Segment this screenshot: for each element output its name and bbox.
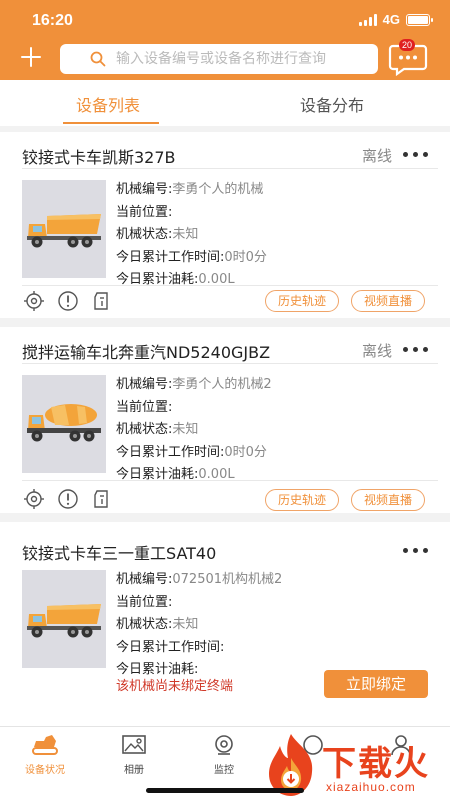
device-status: 离线 [361, 147, 392, 165]
search-bar[interactable] [60, 44, 378, 74]
device-info: 机械编号:李勇个人的机械 当前位置: 机械状态:未知 今日累计工作时间:0时0分… [116, 179, 267, 292]
nav-album[interactable]: 相册 [99, 733, 169, 776]
info-row: 机械状态:未知 [116, 224, 267, 247]
device-card[interactable]: 铰接式卡车三一重工SAT40 机械编号:072501机构机械2 当前位置: 机械… [0, 522, 450, 726]
info-row: 当前位置: [116, 397, 272, 420]
battery-icon [406, 13, 433, 26]
device-image [22, 180, 106, 278]
device-status: 离线 [361, 342, 392, 360]
field-value: 李勇个人的机械 [172, 182, 264, 197]
watermark-url: xiazaihuo.com [326, 780, 416, 794]
device-image [22, 375, 106, 473]
tab-bar: 设备列表 设备分布 [0, 80, 450, 126]
field-key: 机械状态: [116, 422, 173, 437]
field-key: 机械编号: [116, 377, 173, 392]
field-key: 今日累计工作时间: [116, 444, 225, 460]
tab-device-list[interactable]: 设备列表 [76, 92, 140, 116]
search-input[interactable] [116, 51, 366, 67]
field-value: 未知 [172, 617, 199, 632]
info-row: 当前位置: [116, 592, 282, 615]
info-row: 今日累计工作时间:0时0分 [116, 247, 267, 270]
fuel-icon[interactable] [90, 487, 114, 511]
unbound-warning: 该机械尚未绑定终端 [116, 679, 234, 694]
field-key: 当前位置: [116, 204, 173, 220]
status-time: 16:20 [32, 12, 73, 29]
device-info: 机械编号:李勇个人的机械2 当前位置: 机械状态:未知 今日累计工作时间:0时0… [116, 374, 272, 487]
device-title: 铰接式卡车三一重工SAT40 [22, 544, 217, 563]
network-label: 4G [382, 12, 400, 27]
field-value: 0时0分 [224, 249, 267, 265]
search-icon [90, 51, 106, 67]
nav-label: 相册 [124, 765, 144, 776]
dump-truck-icon [27, 214, 101, 248]
status-bar: 16:20 4G [0, 0, 450, 38]
info-row: 今日累计油耗:0.00L [116, 464, 272, 487]
info-row: 机械状态:未知 [116, 419, 272, 442]
action-icons [22, 487, 114, 511]
bind-now-button[interactable]: 立即绑定 [324, 670, 428, 698]
field-key: 今日累计工作时间: [116, 249, 225, 265]
info-row: 机械编号:李勇个人的机械 [116, 179, 267, 202]
more-options-icon[interactable] [403, 548, 428, 553]
device-card[interactable]: 搅拌运输车北奔重汽ND5240GJBZ 离线 机械编号:李勇个人的机械2 当前位… [0, 327, 450, 513]
info-row: 今日累计工作时间:0时0分 [116, 442, 272, 465]
divider [22, 480, 438, 481]
location-icon[interactable] [22, 289, 46, 313]
field-key: 机械状态: [116, 617, 173, 632]
field-key: 当前位置: [116, 594, 173, 610]
field-value: 李勇个人的机械2 [172, 377, 272, 392]
field-value: 072501机构机械2 [172, 572, 283, 587]
message-badge: 20 [399, 39, 416, 51]
device-title: 铰接式卡车凯斯327B [22, 148, 176, 167]
device-image [22, 570, 106, 668]
nav-label: 设备状况 [25, 765, 65, 776]
signal-icon [358, 13, 377, 26]
field-key: 机械编号: [116, 572, 173, 587]
more-options-icon[interactable] [403, 347, 428, 352]
info-row: 机械编号:李勇个人的机械2 [116, 374, 272, 397]
more-options-icon[interactable] [403, 152, 428, 157]
status-indicators: 4G [358, 12, 433, 27]
concrete-mixer-icon [27, 404, 101, 442]
field-key: 当前位置: [116, 399, 173, 415]
home-indicator[interactable] [146, 788, 304, 793]
alarm-icon[interactable] [56, 487, 80, 511]
location-icon[interactable] [22, 487, 46, 511]
watermark-text: 下载火 [322, 744, 430, 784]
device-title: 搅拌运输车北奔重汽ND5240GJBZ [22, 343, 271, 362]
field-value: 0时0分 [224, 444, 267, 460]
divider [22, 285, 438, 286]
album-icon [122, 735, 146, 754]
nav-monitor[interactable]: 监控 [189, 733, 259, 776]
divider [22, 168, 438, 169]
fuel-icon[interactable] [90, 289, 114, 313]
camera-icon [215, 735, 233, 755]
live-video-button[interactable]: 视频直播 [351, 290, 426, 312]
history-track-button[interactable]: 历史轨迹 [265, 290, 340, 312]
dump-truck-icon [27, 604, 101, 638]
alarm-icon[interactable] [56, 289, 80, 313]
nav-label: 监控 [214, 765, 234, 776]
history-track-button[interactable]: 历史轨迹 [265, 489, 340, 511]
field-key: 机械编号: [116, 182, 173, 197]
active-tab-indicator [63, 122, 159, 124]
tab-device-distribution[interactable]: 设备分布 [300, 92, 364, 116]
field-key: 机械状态: [116, 227, 173, 242]
info-row: 今日累计工作时间: [116, 637, 282, 660]
field-value: 未知 [172, 227, 199, 242]
excavator-icon [32, 735, 58, 755]
info-row: 今日累计油耗:0.00L [116, 269, 267, 292]
add-device-button[interactable] [16, 42, 46, 72]
field-key: 今日累计工作时间: [116, 639, 225, 655]
action-icons [22, 289, 114, 313]
info-row: 机械编号:072501机构机械2 [116, 569, 282, 592]
device-info: 机械编号:072501机构机械2 当前位置: 机械状态:未知 今日累计工作时间:… [116, 569, 282, 682]
device-card[interactable]: 铰接式卡车凯斯327B 离线 机械编号:李勇个人的机械 当前位置: 机械状态:未… [0, 132, 450, 318]
info-row: 当前位置: [116, 202, 267, 225]
nav-device-status[interactable]: 设备状况 [10, 733, 80, 776]
live-video-button[interactable]: 视频直播 [351, 489, 426, 511]
field-value: 未知 [172, 422, 199, 437]
info-row: 机械状态:未知 [116, 614, 282, 637]
divider [22, 363, 438, 364]
